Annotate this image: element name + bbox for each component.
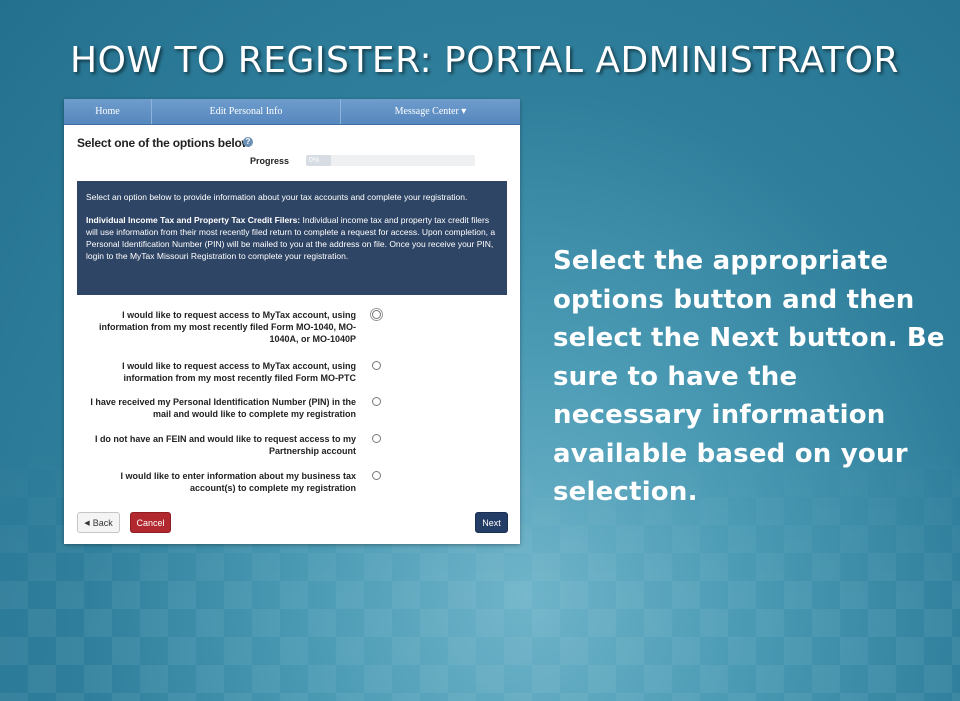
back-button-label: Back: [92, 517, 113, 528]
option-label-1: I would like to request access to MyTax …: [98, 310, 356, 344]
progress-label: Progress: [250, 156, 290, 166]
progress-bar: 0%: [306, 155, 475, 166]
option-radio-5[interactable]: [372, 471, 381, 480]
option-label-3: I have received my Personal Identificati…: [90, 397, 356, 419]
chevron-left-icon: ◀: [84, 519, 90, 527]
info-panel: Select an option below to provide inform…: [77, 181, 507, 295]
info-filers: Individual Income Tax and Property Tax C…: [86, 214, 498, 262]
back-button[interactable]: ◀ Back: [77, 512, 120, 533]
portal-screenshot: Home Edit Personal Info Message Center ▾…: [64, 99, 520, 544]
instruction-text: Select the appropriate options button an…: [553, 246, 945, 507]
option-label-5: I would like to enter information about …: [120, 471, 356, 493]
nav-message-center[interactable]: Message Center ▾: [341, 99, 520, 124]
option-radio-1[interactable]: [372, 310, 381, 319]
info-intro: Select an option below to provide inform…: [86, 192, 468, 202]
option-radio-2[interactable]: [372, 361, 381, 370]
option-radio-4[interactable]: [372, 434, 381, 443]
option-label-4: I do not have an FEIN and would like to …: [94, 434, 356, 456]
option-radio-3[interactable]: [372, 397, 381, 406]
progress-text: 0%: [309, 157, 320, 164]
cancel-button[interactable]: Cancel: [130, 512, 171, 533]
nav-edit-personal-info[interactable]: Edit Personal Info: [152, 99, 341, 124]
nav-home[interactable]: Home: [64, 99, 152, 124]
help-icon[interactable]: ?: [243, 137, 253, 147]
info-filers-heading: Individual Income Tax and Property Tax C…: [86, 215, 301, 225]
next-button[interactable]: Next: [475, 512, 508, 533]
top-nav: Home Edit Personal Info Message Center ▾: [64, 99, 520, 125]
option-label-2: I would like to request access to MyTax …: [122, 361, 356, 383]
form-heading: Select one of the options below: [77, 136, 251, 150]
slide-title: HOW TO REGISTER: PORTAL ADMINISTRATOR: [70, 40, 899, 81]
